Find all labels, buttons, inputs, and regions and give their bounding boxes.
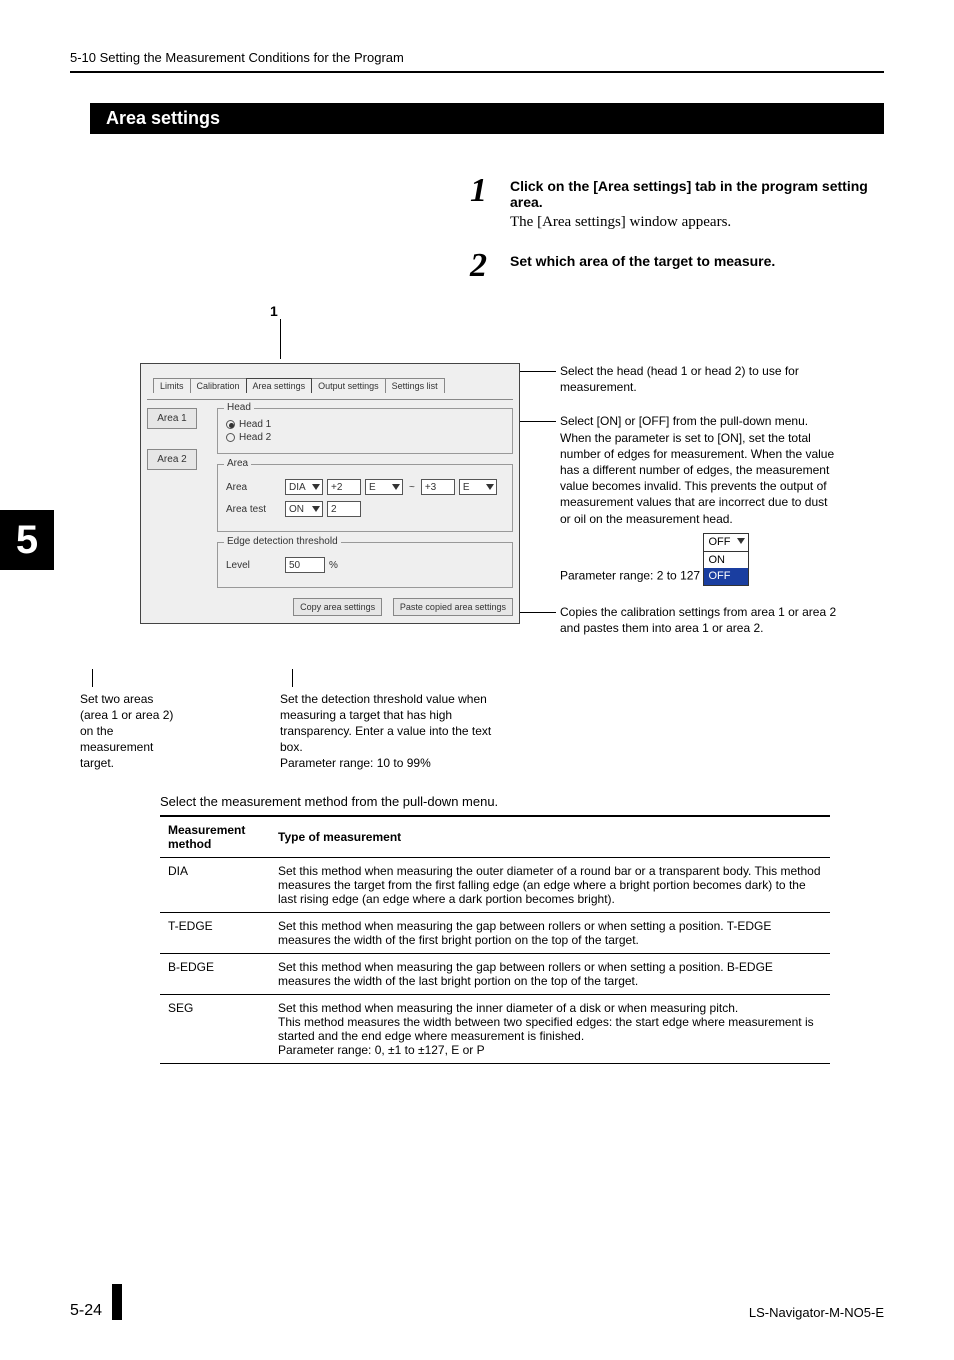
- tabs-underline: [147, 399, 513, 400]
- edge-plus3-field[interactable]: +3: [421, 479, 455, 495]
- callout-arrow-1: 1: [270, 303, 884, 319]
- head1-radio[interactable]: Head 1: [226, 419, 504, 430]
- level-label: Level: [226, 560, 281, 571]
- tab-area-settings[interactable]: Area settings: [246, 378, 313, 393]
- dropdown-demo-off: OFF: [704, 568, 748, 585]
- cell-method: B-EDGE: [160, 953, 270, 994]
- footer-mark-icon: [112, 1284, 122, 1320]
- dropdown-demo-on: ON: [704, 552, 748, 569]
- area-method-dropdown[interactable]: DIA: [285, 479, 323, 495]
- table-row: SEG Set this method when measuring the i…: [160, 994, 830, 1063]
- cell-method: DIA: [160, 857, 270, 912]
- table-header-method: Measurement method: [160, 816, 270, 858]
- head-group-title: Head: [224, 402, 254, 413]
- head1-label: Head 1: [239, 419, 271, 430]
- dropdown-demo-current: OFF: [704, 534, 748, 552]
- annot-edge-threshold: Set the detection threshold value when m…: [280, 669, 510, 772]
- tab-settings-list[interactable]: Settings list: [385, 378, 445, 393]
- edge-threshold-group: Edge detection threshold Level 50 %: [217, 542, 513, 588]
- cell-desc: Set this method when measuring the gap b…: [270, 953, 830, 994]
- tab-limits[interactable]: Limits: [153, 378, 191, 393]
- doc-id: LS-Navigator-M-NO5-E: [749, 1305, 884, 1320]
- tilde-sep: ~: [409, 482, 415, 493]
- areatest-label: Area test: [226, 504, 281, 515]
- step-1-body: The [Area settings] window appears.: [510, 214, 884, 231]
- page-header: 5-10 Setting the Measurement Conditions …: [70, 50, 884, 73]
- area-group: Area Area DIA +2 E ~ +3 E Area test: [217, 464, 513, 532]
- head2-label: Head 2: [239, 432, 271, 443]
- table-row: DIA Set this method when measuring the o…: [160, 857, 830, 912]
- step-1-title: Click on the [Area settings] tab in the …: [510, 178, 884, 210]
- copy-area-settings-button[interactable]: Copy area settings: [293, 598, 382, 616]
- cell-method: SEG: [160, 994, 270, 1063]
- annot-left-areas: Set two areas (area 1 or area 2) on the …: [80, 669, 180, 772]
- chapter-tab: 5: [0, 510, 54, 570]
- areatest-count-field[interactable]: 2: [327, 501, 361, 517]
- areatest-dropdown[interactable]: ON: [285, 501, 323, 517]
- step-1: 1 Click on the [Area settings] tab in th…: [470, 174, 884, 231]
- edge-plus2-dd[interactable]: E: [365, 479, 403, 495]
- table-caption: Select the measurement method from the p…: [160, 794, 884, 809]
- head-group: Head Head 1 Head 2: [217, 408, 513, 454]
- area-label: Area: [226, 482, 281, 493]
- area-2-button[interactable]: Area 2: [147, 449, 197, 470]
- table-row: T-EDGE Set this method when measuring th…: [160, 912, 830, 953]
- annot-copy: Copies the calibration settings from are…: [560, 604, 840, 636]
- edge-threshold-title: Edge detection threshold: [224, 536, 341, 547]
- step-2-number: 2: [470, 249, 510, 283]
- area-settings-panel: Limits Calibration Area settings Output …: [140, 363, 520, 624]
- callout-1-leader: [280, 319, 281, 359]
- area-group-title: Area: [224, 458, 251, 469]
- section-heading: Area settings: [90, 103, 884, 134]
- table-header-type: Type of measurement: [270, 816, 830, 858]
- annot-head: Select the head (head 1 or head 2) to us…: [560, 363, 840, 395]
- measurement-method-table: Measurement method Type of measurement D…: [160, 815, 830, 1064]
- area-1-button[interactable]: Area 1: [147, 408, 197, 429]
- cell-desc: Set this method when measuring the inner…: [270, 994, 830, 1063]
- step-1-number: 1: [470, 174, 510, 231]
- annot-areatest-text: Select [ON] or [OFF] from the pull-down …: [560, 414, 834, 582]
- head2-radio[interactable]: Head 2: [226, 432, 504, 443]
- edge-plus2-field[interactable]: +2: [327, 479, 361, 495]
- level-input[interactable]: 50: [285, 557, 325, 573]
- tab-output-settings[interactable]: Output settings: [311, 378, 386, 393]
- cell-desc: Set this method when measuring the outer…: [270, 857, 830, 912]
- step-2-title: Set which area of the target to measure.: [510, 253, 884, 269]
- paste-area-settings-button[interactable]: Paste copied area settings: [393, 598, 513, 616]
- page-number: 5-24: [70, 1302, 102, 1319]
- level-unit: %: [329, 560, 338, 571]
- cell-desc: Set this method when measuring the gap b…: [270, 912, 830, 953]
- tab-calibration[interactable]: Calibration: [190, 378, 247, 393]
- annot-areatest: Select [ON] or [OFF] from the pull-down …: [560, 413, 840, 586]
- table-row: B-EDGE Set this method when measuring th…: [160, 953, 830, 994]
- dropdown-demo: OFF ON OFF: [703, 533, 749, 587]
- step-2: 2 Set which area of the target to measur…: [470, 249, 884, 283]
- edge-plus3-dd[interactable]: E: [459, 479, 497, 495]
- cell-method: T-EDGE: [160, 912, 270, 953]
